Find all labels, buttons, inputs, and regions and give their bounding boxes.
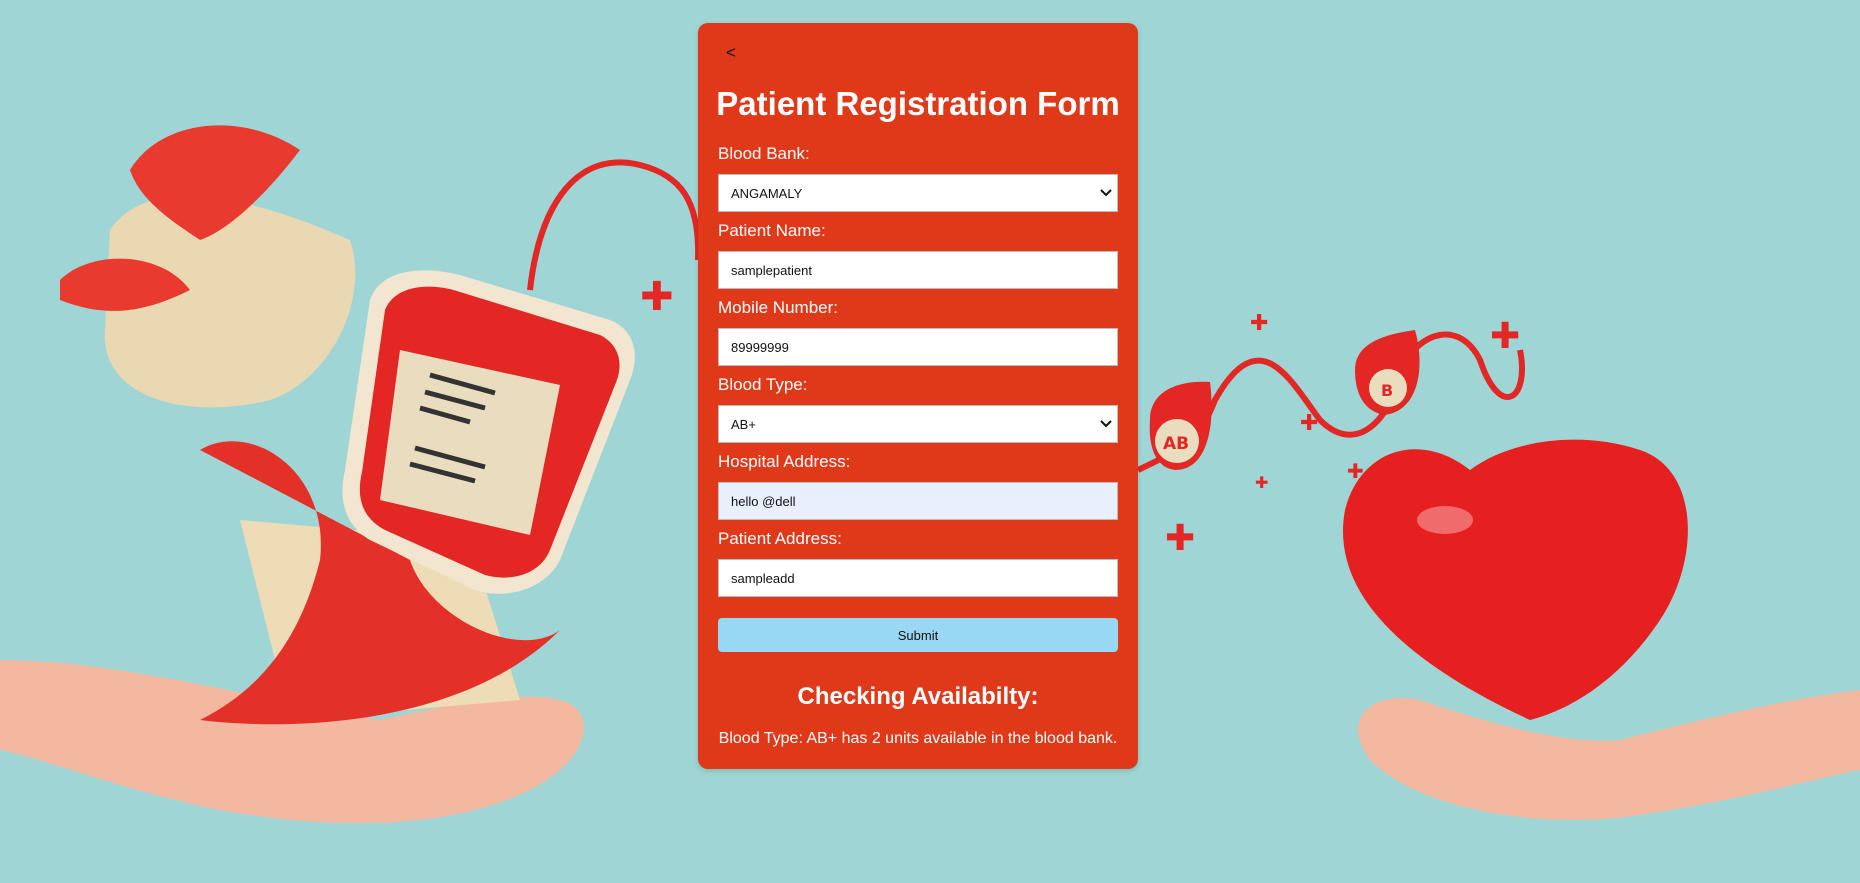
svg-text:✚: ✚ <box>640 274 674 320</box>
registration-card: < Patient Registration Form Blood Bank: … <box>698 23 1138 769</box>
blood-bank-select[interactable]: ANGAMALY <box>718 174 1118 212</box>
blood-bank-value: ANGAMALY <box>731 185 803 201</box>
patient-name-value: samplepatient <box>731 262 812 278</box>
chevron-down-icon <box>1100 420 1112 428</box>
svg-text:AB: AB <box>1163 434 1189 454</box>
availability-message: Blood Type: AB+ has 2 units available in… <box>718 730 1118 747</box>
hospital-address-value: hello @dell <box>731 493 796 509</box>
blood-type-select[interactable]: AB+ <box>718 405 1118 443</box>
mobile-number-input[interactable]: 89999999 <box>718 328 1118 366</box>
svg-text:✚: ✚ <box>1250 311 1268 336</box>
hospital-address-label: Hospital Address: <box>718 452 851 471</box>
patient-name-label: Patient Name: <box>718 221 826 240</box>
svg-text:✚: ✚ <box>1300 411 1318 436</box>
right-hand-icon <box>1358 690 1860 820</box>
patient-address-label: Patient Address: <box>718 529 842 548</box>
patient-name-input[interactable]: samplepatient <box>718 251 1118 289</box>
svg-text:✚: ✚ <box>1165 518 1195 559</box>
back-button[interactable]: < <box>726 43 746 63</box>
mobile-number-label: Mobile Number: <box>718 298 838 317</box>
mobile-number-value: 89999999 <box>731 339 789 355</box>
hospital-address-input[interactable]: hello @dell <box>718 482 1118 520</box>
blood-bank-label: Blood Bank: <box>718 144 810 163</box>
heart-icon <box>1342 439 1688 720</box>
chevron-down-icon <box>1100 189 1112 197</box>
svg-text:✚: ✚ <box>1490 316 1520 357</box>
availability-heading: Checking Availabilty: <box>797 683 1039 710</box>
patient-address-input[interactable]: sampleadd <box>718 559 1118 597</box>
blood-bag-icon: ✚ <box>342 159 702 594</box>
submit-button[interactable]: Submit <box>718 618 1118 652</box>
blood-type-value: AB+ <box>731 416 756 432</box>
svg-text:B: B <box>1381 381 1393 400</box>
blood-type-label: Blood Type: <box>718 375 808 394</box>
page-title: Patient Registration Form <box>716 85 1120 122</box>
patient-address-value: sampleadd <box>731 570 795 586</box>
svg-text:✚: ✚ <box>1255 473 1268 492</box>
